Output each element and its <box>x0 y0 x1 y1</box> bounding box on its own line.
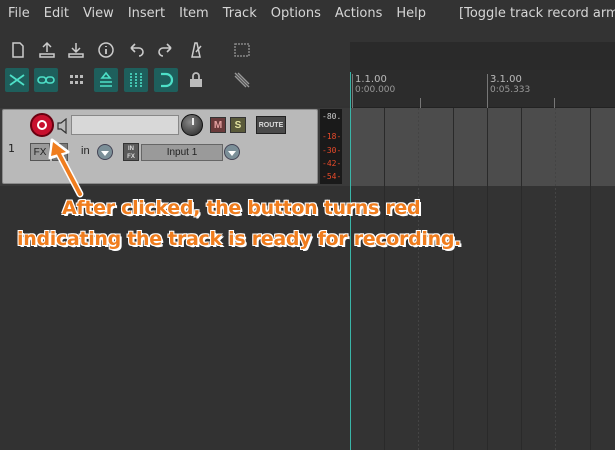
ruler-time-label: 0:05.333 <box>490 85 531 95</box>
menu-file[interactable]: File <box>0 6 37 21</box>
ripple-edit-icon[interactable] <box>94 68 118 92</box>
last-action-title: [Toggle track record arming] <box>459 5 615 21</box>
input-select-dropdown-icon[interactable] <box>224 144 240 160</box>
ruler-tick <box>352 74 353 108</box>
ruler-bar-label: 3.1.00 <box>490 74 522 85</box>
volume-knob[interactable] <box>181 114 203 136</box>
track-number: 1 <box>8 142 15 155</box>
meter-label: -54- <box>322 172 342 181</box>
grid-line <box>590 108 591 450</box>
redo-icon[interactable] <box>154 38 178 62</box>
meter-label: -30- <box>322 146 342 155</box>
menu-options[interactable]: Options <box>264 6 328 21</box>
track-level-meter: -80. -18- -30- -42- -54- <box>320 109 342 184</box>
ruler-tick <box>487 74 488 108</box>
ruler-bar-label: 1.1.00 <box>355 74 387 85</box>
menu-view[interactable]: View <box>76 6 121 21</box>
annotation-line-1: After clicked, the button turns red <box>62 197 421 219</box>
menu-help[interactable]: Help <box>389 6 433 21</box>
ruler-tick <box>420 98 421 108</box>
undo-icon[interactable] <box>124 38 148 62</box>
arrange-view[interactable] <box>350 108 615 450</box>
ruler-marker-2: 3.1.00 0:05.333 <box>490 74 530 95</box>
annotation-arrow-icon <box>48 138 84 198</box>
snap-grid-icon[interactable] <box>124 68 148 92</box>
ruler-tick <box>554 98 555 108</box>
input-fx-button[interactable]: IN FX <box>123 143 139 161</box>
meter-label: -18- <box>322 132 342 141</box>
meter-label: -80. <box>322 112 342 121</box>
menu-track[interactable]: Track <box>216 6 264 21</box>
menu-actions[interactable]: Actions <box>328 6 390 21</box>
timeline-ruler[interactable]: 1.1.00 0:00.000 3.1.00 0:05.333 <box>350 70 615 108</box>
annotation-line-2: indicating the track is ready for record… <box>17 228 462 250</box>
snap-magnet-icon[interactable] <box>154 68 178 92</box>
auto-crossfade-icon[interactable] <box>5 68 29 92</box>
ruler-time-label: 0:00.000 <box>355 85 396 95</box>
input-select[interactable]: Input 1 <box>141 144 223 161</box>
main-toolbar <box>0 26 350 106</box>
project-settings-icon[interactable] <box>94 38 118 62</box>
menu-bar: File Edit View Insert Item Track Options… <box>0 0 615 26</box>
metronome-icon[interactable] <box>184 38 208 62</box>
new-project-icon[interactable] <box>6 38 30 62</box>
open-project-icon[interactable] <box>35 38 59 62</box>
menu-item[interactable]: Item <box>172 6 216 21</box>
ruler-marker-1: 1.1.00 0:00.000 <box>355 74 395 95</box>
grid-line <box>418 108 419 450</box>
grid-line <box>521 108 522 450</box>
item-grouping-icon[interactable] <box>64 68 88 92</box>
solo-button[interactable]: S <box>230 117 246 133</box>
record-icon <box>37 120 47 130</box>
grid-line <box>384 108 385 450</box>
menu-insert[interactable]: Insert <box>121 6 172 21</box>
grid-line <box>487 108 488 450</box>
menu-edit[interactable]: Edit <box>37 6 76 21</box>
mute-button[interactable]: M <box>210 117 226 133</box>
grid-toggle-icon[interactable] <box>230 38 254 62</box>
mouse-modifier-icon[interactable] <box>230 68 254 92</box>
meter-label: -42- <box>322 159 342 168</box>
track-lane-1[interactable] <box>350 108 615 186</box>
route-button[interactable]: ROUTE <box>256 116 286 134</box>
edit-cursor[interactable] <box>350 72 351 450</box>
grid-line <box>555 108 556 450</box>
save-project-icon[interactable] <box>64 38 88 62</box>
envelope-link-icon[interactable] <box>34 68 58 92</box>
lock-icon[interactable] <box>184 68 208 92</box>
grid-line <box>453 108 454 450</box>
